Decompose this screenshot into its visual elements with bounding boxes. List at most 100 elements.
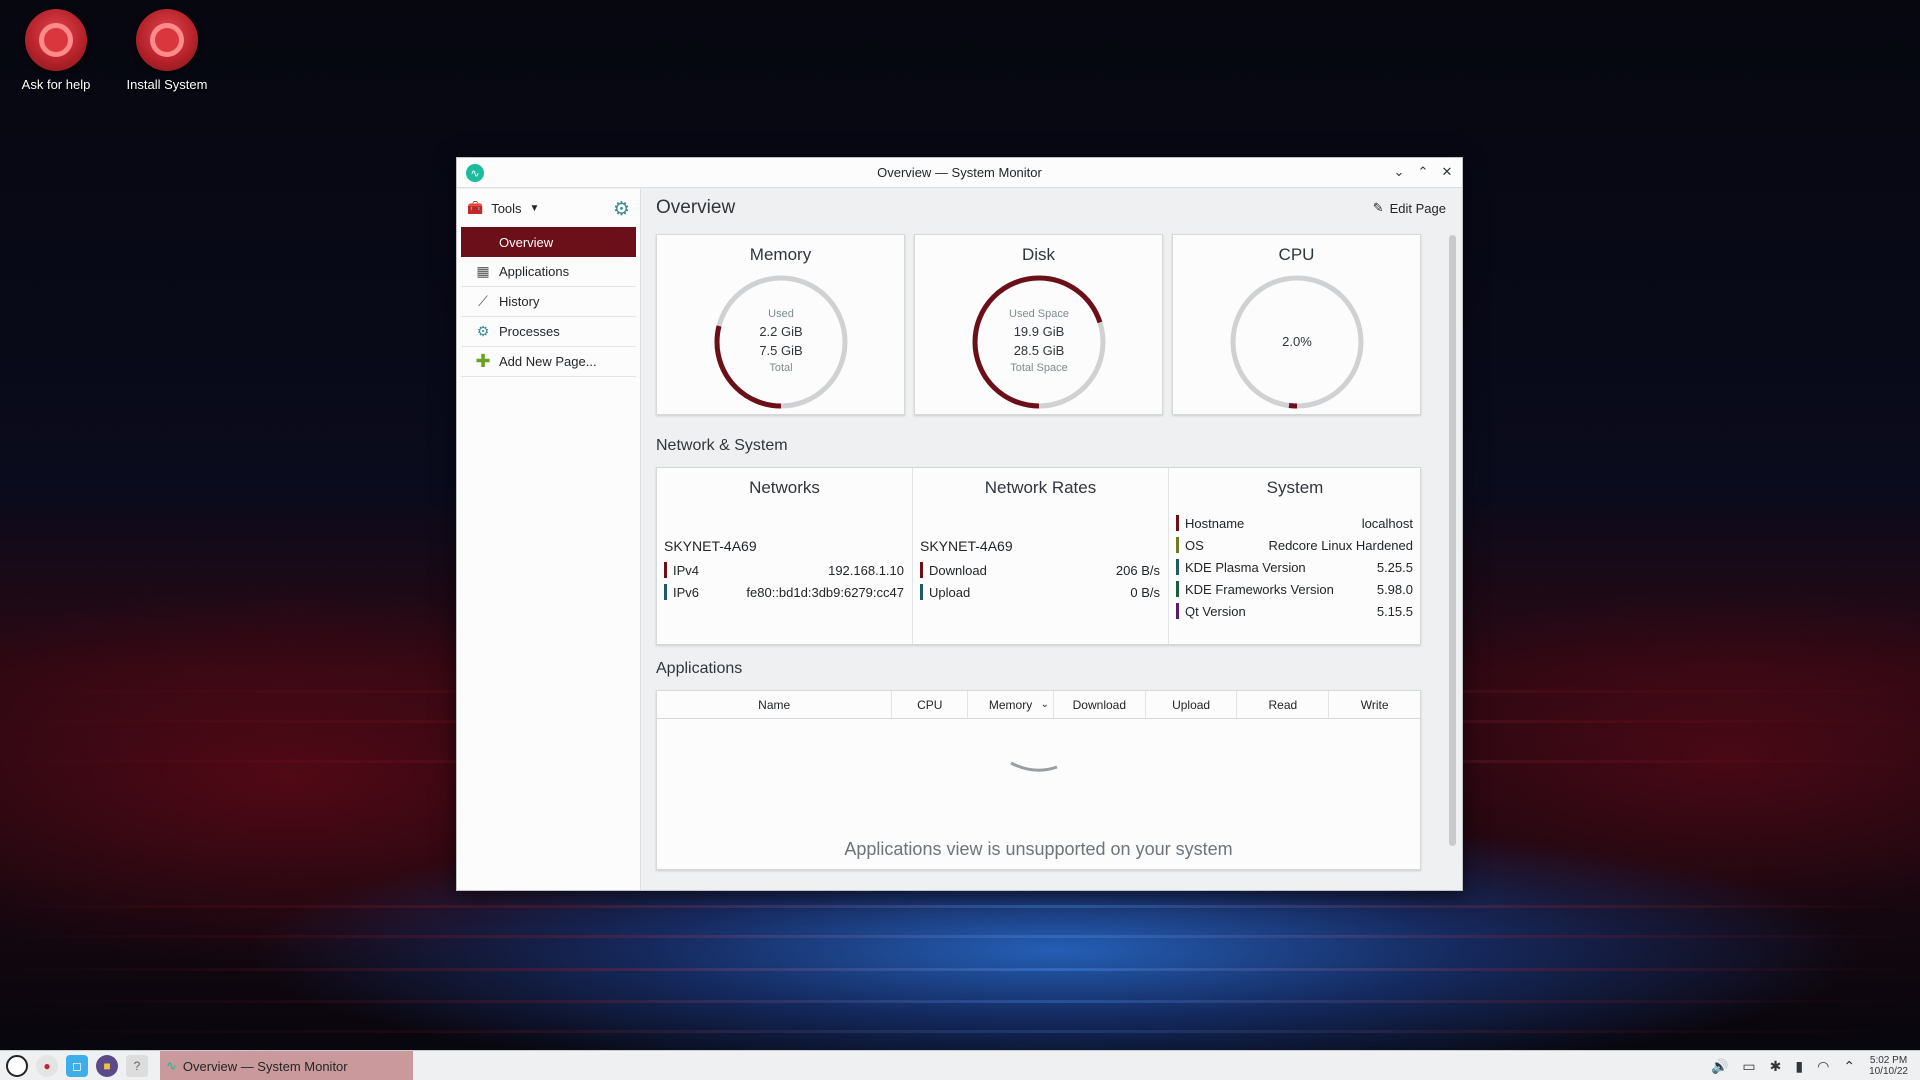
frameworks-version-value: 5.98.0 <box>1376 581 1413 597</box>
system-row-plasma: KDE Plasma Version 5.25.5 <box>1176 558 1413 576</box>
file-manager-icon[interactable]: ■ <box>96 1054 118 1077</box>
desktop-icon-label: Ask for help <box>21 77 91 92</box>
system-title: System <box>1266 478 1324 497</box>
ipv4-label: IPv4 <box>673 562 700 578</box>
qt-version-value: 5.15.5 <box>1376 603 1413 619</box>
column-header-upload[interactable]: Upload <box>1146 691 1238 718</box>
system-row-os: OS Redcore Linux Hardened <box>1176 536 1413 554</box>
applications-heading: Applications <box>656 660 743 677</box>
desktop-icon-install-system[interactable]: Install System <box>119 9 215 92</box>
system-column: System Hostname localhost OS Redcore Lin… <box>1169 468 1421 644</box>
title-bar[interactable]: ∿ Overview — System Monitor ⌄ ⌃ ✕ <box>457 158 1462 188</box>
networks-hostname: SKYNET-4A69 <box>664 538 757 554</box>
vertical-scrollbar[interactable] <box>1449 235 1456 846</box>
task-entry-label: Overview — System Monitor <box>182 1058 348 1074</box>
networks-column: Networks SKYNET-4A69 IPv4 192.168.1.10 I… <box>657 468 913 644</box>
ipv6-value: fe80::bd1d:3db9:6279:cc47 <box>746 584 904 600</box>
system-row-qt: Qt Version 5.15.5 <box>1176 602 1413 620</box>
sort-chevron-down-icon: ⌄ <box>1040 699 1049 710</box>
memory-column-label: Memory <box>988 697 1033 712</box>
overview-icon <box>475 234 491 250</box>
sidebar-item-label: History <box>499 294 540 309</box>
hostname-value: localhost <box>1361 515 1413 531</box>
frameworks-version-label: KDE Frameworks Version <box>1185 581 1334 597</box>
edit-page-button[interactable]: ✎ Edit Page <box>1373 200 1446 216</box>
memory-total-value: 7.5 GiB <box>759 343 803 358</box>
system-monitor-task-icon: ∿ <box>166 1058 177 1073</box>
disk-used-label: Used Space <box>1009 308 1069 321</box>
column-header-download[interactable]: Download <box>1054 691 1146 718</box>
maximize-button[interactable]: ⌃ <box>1414 163 1432 181</box>
system-row-hostname: Hostname localhost <box>1176 514 1413 532</box>
sidebar-item-label: Processes <box>499 324 560 339</box>
sidebar-item-history[interactable]: ⟋ History <box>461 287 636 317</box>
column-header-write[interactable]: Write <box>1329 691 1420 718</box>
applications-card: Name CPU Memory ⌄ Download Upload Read W… <box>656 690 1421 870</box>
column-header-memory[interactable]: Memory ⌄ <box>968 691 1054 718</box>
memory-used-label: Used <box>768 308 794 321</box>
network-rates-hostname: SKYNET-4A69 <box>920 538 1013 554</box>
hostname-label: Hostname <box>1185 515 1245 531</box>
sidebar-item-label: Applications <box>499 264 570 279</box>
plus-icon: ✚ <box>475 351 491 371</box>
memory-title: Memory <box>749 245 812 264</box>
system-monitor-app-icon: ∿ <box>466 164 484 182</box>
store-icon[interactable]: ◻ <box>66 1054 88 1077</box>
network-rates-title: Network Rates <box>984 478 1097 497</box>
device-icon[interactable]: ▮ <box>1795 1058 1803 1075</box>
sidebar: 🧰 Tools ▼ ⚙ Overview ▦ Applications ⟋ Hi… <box>457 189 641 890</box>
window-title: Overview — System Monitor <box>877 165 1042 180</box>
clock[interactable]: 5:02 PM 10/10/22 <box>1869 1055 1908 1077</box>
redcore-icon[interactable]: ● <box>36 1054 58 1077</box>
sidebar-item-label: Overview <box>499 234 554 250</box>
download-label: Download <box>929 562 987 578</box>
minimize-button[interactable]: ⌄ <box>1390 163 1408 181</box>
sidebar-item-add-new-page[interactable]: ✚ Add New Page... <box>461 347 636 377</box>
main-content: Overview ✎ Edit Page Memory Used 2.2 GiB… <box>642 189 1462 890</box>
network-system-card: Networks SKYNET-4A69 IPv4 192.168.1.10 I… <box>656 467 1421 645</box>
cpu-title: CPU <box>1278 245 1315 264</box>
upload-label: Upload <box>929 584 971 600</box>
launcher-icon[interactable] <box>6 1054 28 1077</box>
clock-time: 5:02 PM <box>1869 1055 1908 1066</box>
sidebar-item-applications[interactable]: ▦ Applications <box>461 257 636 287</box>
cpu-card: CPU 2.0% <box>1172 234 1421 415</box>
tools-label: Tools <box>491 200 522 216</box>
qt-version-label: Qt Version <box>1185 603 1246 619</box>
ipv6-label: IPv6 <box>673 584 700 600</box>
task-entry-system-monitor[interactable]: ∿ Overview — System Monitor <box>160 1051 413 1080</box>
desktop-icon-ask-for-help[interactable]: Ask for help <box>8 9 104 92</box>
clock-date: 10/10/22 <box>1869 1066 1908 1077</box>
close-button[interactable]: ✕ <box>1438 163 1456 181</box>
network-row-ipv6: IPv6 fe80::bd1d:3db9:6279:cc47 <box>664 583 904 601</box>
network-system-heading: Network & System <box>656 437 788 454</box>
disk-used-value: 19.9 GiB <box>1013 324 1065 340</box>
tools-menu-button[interactable]: 🧰 Tools ▼ <box>467 200 539 216</box>
sidebar-item-label: Add New Page... <box>499 354 597 369</box>
battery-icon[interactable]: ▭ <box>1742 1058 1755 1075</box>
page-title: Overview <box>656 197 736 218</box>
memory-used-value: 2.2 GiB <box>759 324 803 340</box>
disk-total-label: Total Space <box>1010 361 1068 374</box>
bluetooth-icon[interactable]: ✱ <box>1770 1058 1782 1075</box>
column-header-read[interactable]: Read <box>1237 691 1330 718</box>
chart-icon: ⟋ <box>478 293 488 309</box>
disk-title: Disk <box>1021 245 1056 264</box>
tray-expand-icon[interactable]: ⌃ <box>1843 1058 1855 1075</box>
sidebar-item-overview[interactable]: Overview <box>461 227 636 257</box>
help-icon[interactable]: ? <box>126 1054 148 1077</box>
wifi-icon[interactable]: ◠ <box>1817 1058 1829 1075</box>
plasma-version-label: KDE Plasma Version <box>1185 559 1306 575</box>
column-header-name[interactable]: Name <box>657 691 893 718</box>
download-value: 206 B/s <box>1115 562 1160 578</box>
sidebar-item-processes[interactable]: ⚙ Processes <box>461 317 636 347</box>
chevron-down-icon: ▼ <box>529 202 540 214</box>
settings-gear-icon[interactable]: ⚙ <box>613 198 630 221</box>
system-monitor-window: ∿ Overview — System Monitor ⌄ ⌃ ✕ 🧰 Tool… <box>456 157 1463 891</box>
toolbox-icon: 🧰 <box>467 200 484 215</box>
volume-icon[interactable]: 🔊 <box>1711 1058 1728 1075</box>
column-header-cpu[interactable]: CPU <box>892 691 969 718</box>
upload-value: 0 B/s <box>1130 584 1160 600</box>
loading-spinner-icon <box>1010 761 1058 772</box>
applications-table-header: Name CPU Memory ⌄ Download Upload Read W… <box>657 691 1420 719</box>
